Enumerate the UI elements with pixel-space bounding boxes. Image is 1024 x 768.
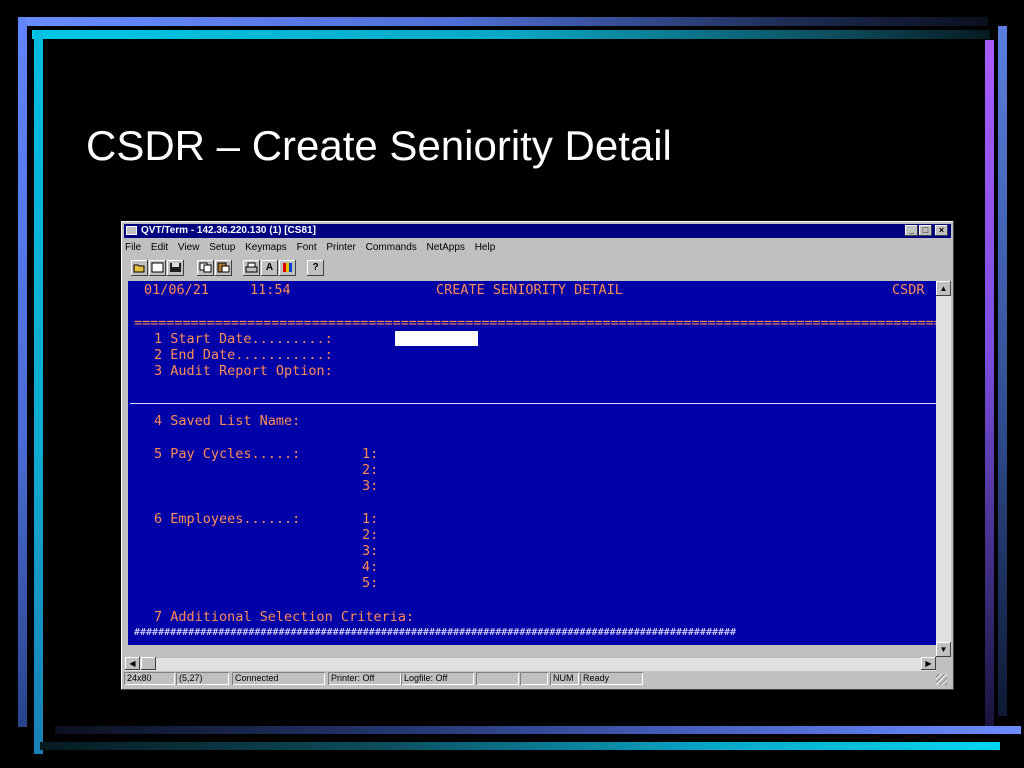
menu-file[interactable]: File [125,242,141,253]
resize-grip-icon[interactable] [936,674,947,685]
scroll-right-icon[interactable]: ▶ [921,657,936,670]
status-logfile: Logfile: Off [401,672,474,685]
decorative-bar-left-cyan [34,30,43,754]
pay-cycle-slot[interactable]: 3: [362,478,378,494]
slide-title: CSDR – Create Seniority Detail [86,122,672,169]
decorative-bar-right-purple [985,40,994,730]
employee-slot[interactable]: 1: [362,511,378,527]
status-empty-2 [520,672,548,685]
menu-font[interactable]: Font [297,242,317,253]
pay-cycle-slot[interactable]: 1: [362,446,378,462]
terminal-screen[interactable]: 01/06/21 11:54 CREATE SENIORITY DETAIL C… [128,281,936,645]
employee-slot[interactable]: 4: [362,559,378,575]
menu-printer[interactable]: Printer [326,242,355,253]
toolbar: A ? [125,259,950,279]
scroll-left-icon[interactable]: ◀ [125,657,140,670]
decorative-bar-bottom [55,726,1021,734]
horizontal-scrollbar[interactable]: ◀ ▶ [125,657,936,671]
vertical-scrollbar[interactable]: ▲ ▼ [936,281,951,657]
decorative-bar-right [998,26,1007,716]
terminal-time: 11:54 [250,282,291,298]
menu-view[interactable]: View [178,242,200,253]
scroll-down-icon[interactable]: ▼ [936,642,951,657]
scroll-up-icon[interactable]: ▲ [936,281,951,296]
open-icon[interactable] [131,260,148,276]
menu-keymaps[interactable]: Keymaps [245,242,287,253]
decorative-bar-top [18,17,988,26]
status-cursor: (5,27) [176,672,229,685]
status-empty-1 [476,672,519,685]
copy-icon[interactable] [197,260,214,276]
menu-setup[interactable]: Setup [209,242,235,253]
bottom-fill-line: ########################################… [134,627,737,638]
status-ready: Ready [580,672,643,685]
color-icon[interactable] [279,260,296,276]
field-end-date-label: 2 End Date...........: [154,347,333,363]
window-titlebar[interactable]: QVT/Term - 142.36.220.130 (1) [CS81] _ □… [124,224,951,238]
paste-icon[interactable] [215,260,232,276]
employee-slot[interactable]: 3: [362,543,378,559]
app-icon[interactable] [126,226,137,235]
save-icon[interactable] [167,260,184,276]
status-num: NUM [550,672,579,685]
decorative-bar-top-cyan [32,30,990,39]
field-audit-report-label: 3 Audit Report Option: [154,363,333,379]
minimize-button[interactable]: _ [905,225,918,236]
status-bar: 24x80 (5,27) Connected Printer: Off Logf… [124,672,951,687]
menu-bar: File Edit View Setup Keymaps Font Printe… [125,240,502,255]
employee-slot[interactable]: 2: [362,527,378,543]
print-icon[interactable] [243,260,260,276]
menu-edit[interactable]: Edit [151,242,168,253]
window-title: QVT/Term - 142.36.220.130 (1) [CS81] [141,225,316,236]
field-saved-list-label: 4 Saved List Name: [154,413,301,429]
menu-commands[interactable]: Commands [366,242,417,253]
font-a-icon[interactable]: A [261,260,278,276]
pay-cycle-slot[interactable]: 2: [362,462,378,478]
field-pay-cycles-label: 5 Pay Cycles.....: [154,446,301,462]
field-additional-criteria-label: 7 Additional Selection Criteria: [154,609,415,625]
field-employees-label: 6 Employees......: [154,511,301,527]
maximize-button[interactable]: □ [919,225,932,236]
menu-netapps[interactable]: NetApps [427,242,465,253]
screen-code: CSDR [892,282,925,298]
separator-line: ========================================… [134,315,936,331]
status-connection: Connected [232,672,325,685]
close-button[interactable]: × [935,225,948,236]
screen-title: CREATE SENIORITY DETAIL [436,282,623,298]
terminal-date: 01/06/21 [144,282,210,298]
help-icon[interactable]: ? [307,260,324,276]
status-size: 24x80 [124,672,175,685]
status-printer: Printer: Off [328,672,401,685]
employee-slot[interactable]: 5: [362,575,378,591]
divider-line [130,403,936,404]
field-start-date-label: 1 Start Date.........: [154,331,333,347]
terminal-window: QVT/Term - 142.36.220.130 (1) [CS81] _ □… [121,221,954,690]
scroll-thumb[interactable] [141,657,156,670]
menu-help[interactable]: Help [475,242,496,253]
start-date-input[interactable] [395,331,478,346]
decorative-bar-left [18,17,27,727]
decorative-bar-bottom-cyan [40,742,1000,750]
new-icon[interactable] [149,260,166,276]
